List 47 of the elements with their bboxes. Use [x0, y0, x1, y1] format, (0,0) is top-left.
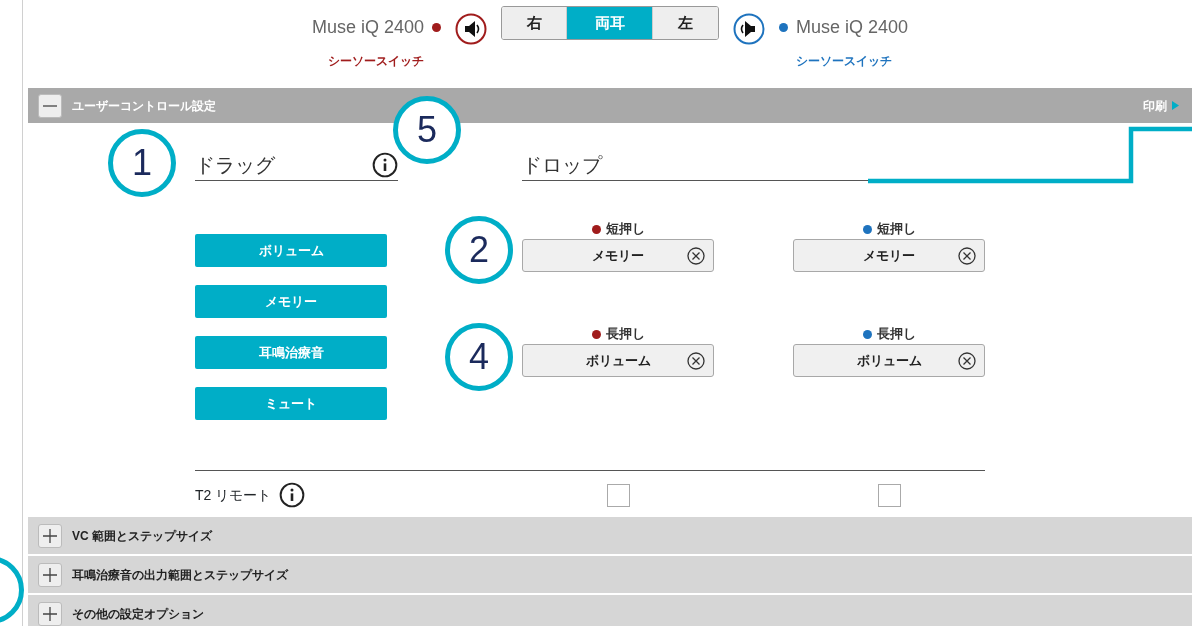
checkbox[interactable]	[606, 483, 630, 507]
plus-icon	[42, 605, 58, 622]
minus-icon	[42, 104, 58, 107]
press-label: 短押し	[605, 220, 645, 239]
section-header[interactable]: VC 範囲とステップサイズ	[28, 517, 1192, 556]
info-icon[interactable]	[372, 151, 398, 178]
remove-icon[interactable]	[687, 247, 705, 265]
section-title: 耳鳴治療音の出力範囲とステップサイズ	[72, 566, 288, 584]
drop-slot[interactable]: メモリー	[522, 239, 714, 272]
press-label: 長押し	[605, 325, 645, 344]
section-title: VC 範囲とステップサイズ	[72, 527, 212, 545]
section-title: ユーザーコントロール設定	[72, 97, 216, 115]
expand-toggle[interactable]	[38, 93, 62, 118]
press-label: 短押し	[876, 220, 916, 239]
info-icon[interactable]	[279, 482, 306, 508]
drop-slot[interactable]: ボリューム	[793, 344, 985, 377]
plus-icon	[42, 527, 58, 544]
column-heading: ドロップ	[522, 152, 602, 178]
slot-value: ボリューム	[585, 351, 651, 370]
device-model: Muse iQ 2400	[311, 15, 424, 39]
drop-slot[interactable]: ボリューム	[522, 344, 714, 377]
slot-value: メモリー	[592, 246, 644, 265]
expand-toggle[interactable]	[38, 562, 62, 587]
column-heading: ドラッグ	[195, 152, 275, 178]
section-header[interactable]: 耳鳴治療音の出力範囲とステップサイズ	[28, 556, 1192, 595]
drop-slot[interactable]: メモリー	[793, 239, 985, 272]
section-title: その他の設定オプション	[72, 605, 204, 623]
remove-icon[interactable]	[687, 352, 705, 370]
expand-toggle[interactable]	[38, 523, 62, 548]
play-icon	[1171, 100, 1180, 111]
device-model: Muse iQ 2400	[796, 15, 909, 39]
slot-value: ボリューム	[856, 351, 922, 370]
seesaw-link[interactable]: シーソースイッチ	[795, 52, 892, 70]
plus-icon	[42, 566, 58, 583]
press-label: 長押し	[876, 325, 916, 344]
speaker-icon[interactable]	[733, 13, 765, 45]
slot-value: メモリー	[863, 246, 915, 265]
ear-tab[interactable]: 左	[653, 7, 718, 39]
remove-icon[interactable]	[958, 247, 976, 265]
seesaw-link[interactable]: シーソースイッチ	[328, 52, 425, 70]
expand-toggle[interactable]	[38, 601, 62, 626]
remove-icon[interactable]	[958, 352, 976, 370]
ear-tab[interactable]: 右	[502, 7, 567, 39]
section-header[interactable]: その他の設定オプション	[28, 595, 1192, 626]
speaker-icon[interactable]	[455, 13, 487, 45]
checkbox[interactable]	[877, 483, 901, 507]
remote-label: T2 リモート	[195, 485, 272, 505]
